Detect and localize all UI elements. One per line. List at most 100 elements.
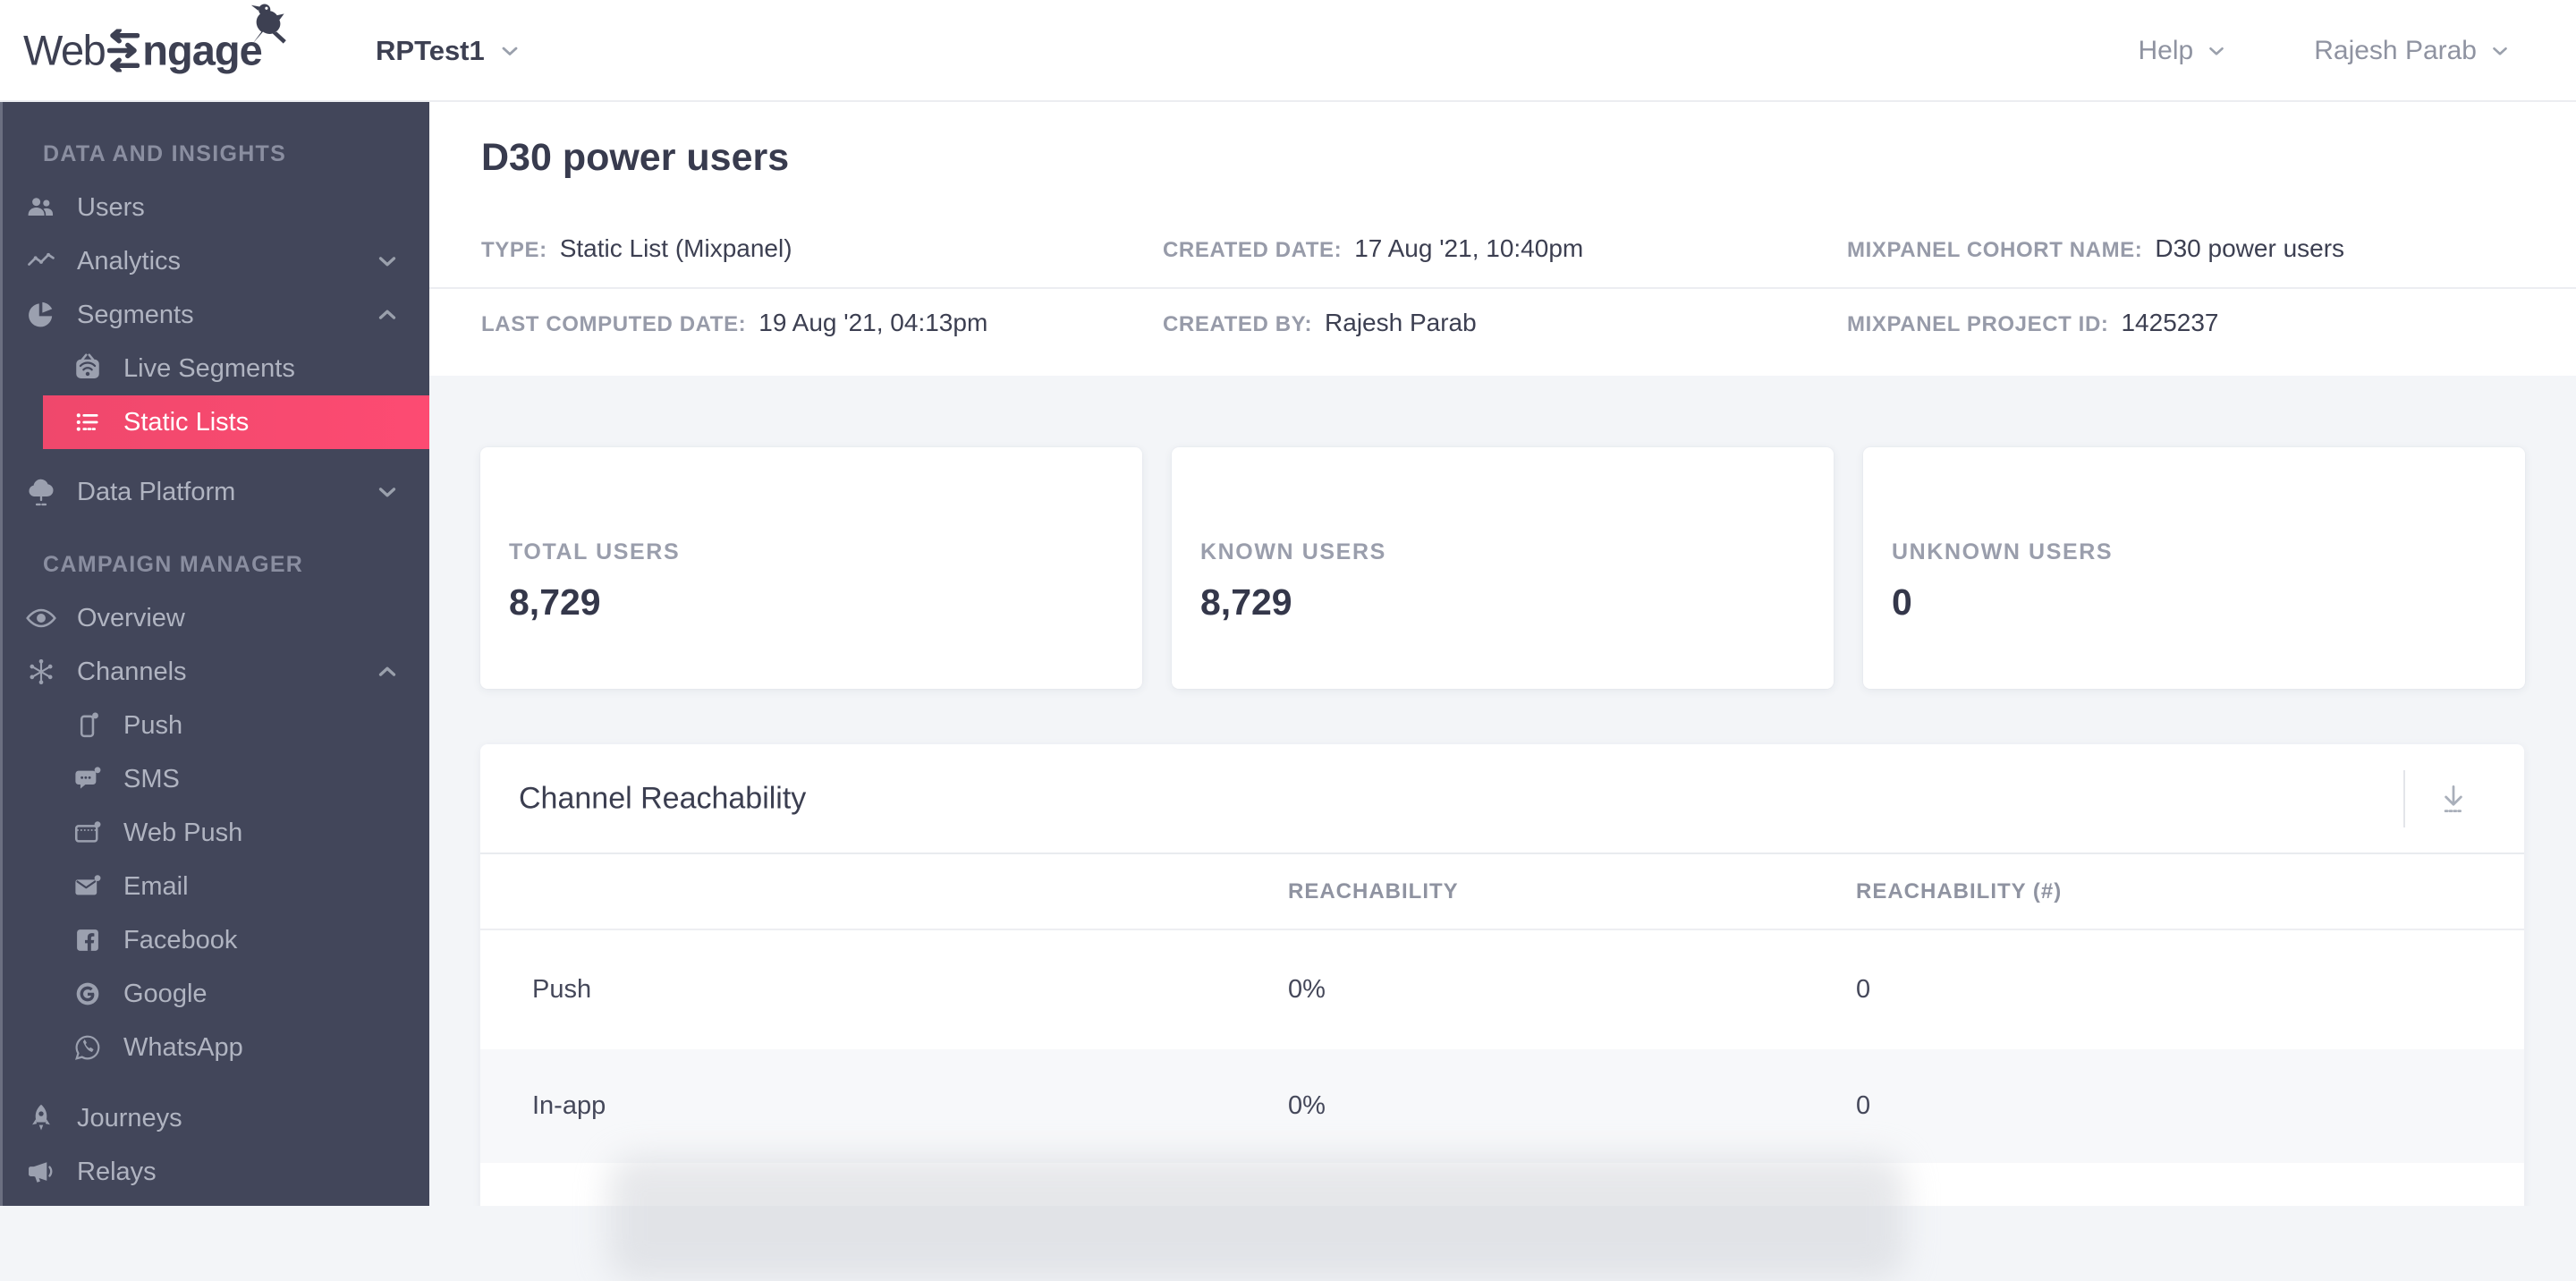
panel-header: Channel Reachability <box>480 744 2524 854</box>
reachability-count-cell: 0 <box>1856 1091 1871 1120</box>
rocket-icon <box>23 1100 59 1136</box>
sidebar-item-label: Google <box>123 979 208 1008</box>
meta-mixpanel-project-id: MIXPANEL PROJECT ID: 1425237 <box>1847 309 2219 336</box>
google-icon <box>70 976 106 1012</box>
logo-text-web: Web <box>23 26 106 74</box>
sidebar-item-email[interactable]: Email <box>0 860 429 913</box>
meta-created-date: CREATED DATE: 17 Aug '21, 10:40pm <box>1163 234 1584 262</box>
table-header-row: REACHABILITY REACHABILITY (#) <box>480 854 2524 930</box>
chevron-down-icon <box>2209 47 2224 55</box>
meta-type: TYPE: Static List (Mixpanel) <box>481 234 792 262</box>
page-header: D30 power users TYPE: Static List (Mixpa… <box>429 102 2576 376</box>
download-button[interactable] <box>2429 775 2478 823</box>
help-menu[interactable]: Help <box>2139 36 2229 66</box>
reachability-cell: 0% <box>1288 975 1326 1004</box>
web-push-icon <box>70 815 106 851</box>
sidebar-item-label: Users <box>77 192 145 222</box>
meta-last-computed-date: LAST COMPUTED DATE: 19 Aug '21, 04:13pm <box>481 309 988 336</box>
push-icon <box>70 708 106 743</box>
chevron-down-icon <box>502 47 518 55</box>
data-platform-icon <box>23 474 59 510</box>
sms-icon <box>70 761 106 797</box>
project-selector[interactable]: RPTest1 <box>376 0 522 102</box>
sidebar-item-web-push[interactable]: Web Push <box>0 806 429 860</box>
stat-label: UNKNOWN USERS <box>1892 539 2114 564</box>
reachability-cell: 0% <box>1288 1091 1326 1120</box>
stat-value: 0 <box>1892 581 1912 623</box>
sidebar-item-label: Web Push <box>123 818 243 847</box>
section-header-campaign-manager: CAMPAIGN MANAGER <box>43 552 304 577</box>
sidebar-item-label: Static Lists <box>123 407 250 437</box>
sidebar-item-data-platform[interactable]: Data Platform <box>0 465 429 519</box>
help-label: Help <box>2138 36 2194 65</box>
sidebar-item-label: Push <box>123 710 183 740</box>
email-icon <box>70 869 106 904</box>
users-icon <box>23 190 59 225</box>
sidebar-item-label: WhatsApp <box>123 1032 243 1062</box>
whatsapp-icon <box>70 1030 106 1065</box>
section-header-data-insights: DATA AND INSIGHTS <box>43 141 287 166</box>
table-row: Push 0% 0 <box>480 930 2524 1049</box>
sidebar-item-users[interactable]: Users <box>0 181 429 234</box>
sidebar-item-channels[interactable]: Channels <box>0 645 429 699</box>
sidebar: DATA AND INSIGHTS Users Analytics Segmen… <box>0 102 429 1206</box>
chevron-up-icon <box>374 301 401 328</box>
segments-icon <box>23 297 59 333</box>
chevron-down-icon <box>374 248 401 275</box>
channels-icon <box>23 654 59 690</box>
sidebar-item-label: Facebook <box>123 925 238 954</box>
bottom-blur-overlay <box>608 1156 1905 1281</box>
sidebar-item-journeys[interactable]: Journeys <box>0 1091 429 1145</box>
user-name: Rajesh Parab <box>2314 36 2477 65</box>
channel-cell: Push <box>532 975 592 1004</box>
sidebar-item-push[interactable]: Push <box>0 699 429 752</box>
meta-row-1: TYPE: Static List (Mixpanel) CREATED DAT… <box>429 234 2576 276</box>
table-row: In-app 0% 0 <box>480 1049 2524 1163</box>
channel-cell: In-app <box>532 1091 606 1120</box>
chevron-down-icon <box>374 479 401 505</box>
known-users-card: KNOWN USERS 8,729 <box>1172 447 1834 689</box>
eye-icon <box>23 600 59 636</box>
static-lists-icon <box>70 404 106 440</box>
meta-mixpanel-cohort-name: MIXPANEL COHORT NAME: D30 power users <box>1847 234 2345 262</box>
sidebar-item-google[interactable]: Google <box>0 967 429 1021</box>
megaphone-icon <box>23 1154 59 1190</box>
sidebar-item-label: Relays <box>77 1157 157 1186</box>
meta-row-2: LAST COMPUTED DATE: 19 Aug '21, 04:13pm … <box>429 309 2576 350</box>
logo-arrows-glyph <box>107 29 140 72</box>
bird-icon <box>250 4 286 44</box>
webengage-logo: Web ngage <box>23 4 286 75</box>
facebook-icon <box>70 922 106 958</box>
sidebar-item-label: Email <box>123 871 189 901</box>
topbar: Web ngage RPTest1 Help Rajesh Parab <box>0 0 2576 102</box>
panel-title: Channel Reachability <box>519 781 807 815</box>
meta-created-by: CREATED BY: Rajesh Parab <box>1163 309 1477 336</box>
sidebar-item-label: Analytics <box>77 246 182 276</box>
sidebar-item-segments[interactable]: Segments <box>0 288 429 342</box>
meta-divider <box>429 287 2576 289</box>
chevron-up-icon <box>374 658 401 685</box>
sidebar-item-label: Channels <box>77 657 187 686</box>
stat-value: 8,729 <box>509 581 601 623</box>
analytics-icon <box>23 243 59 279</box>
sidebar-item-static-lists[interactable]: Static Lists <box>43 395 429 449</box>
stat-label: TOTAL USERS <box>509 539 681 564</box>
sidebar-item-facebook[interactable]: Facebook <box>0 913 429 967</box>
reachability-column-header: REACHABILITY <box>1288 878 1459 903</box>
reachability-count-column-header: REACHABILITY (#) <box>1856 878 2063 903</box>
user-menu[interactable]: Rajesh Parab <box>2314 36 2512 66</box>
page-title: D30 power users <box>481 136 790 179</box>
sidebar-item-live-segments[interactable]: Live Segments <box>0 342 429 395</box>
sidebar-item-label: SMS <box>123 764 180 793</box>
sidebar-item-analytics[interactable]: Analytics <box>0 234 429 288</box>
unknown-users-card: UNKNOWN USERS 0 <box>1863 447 2525 689</box>
sidebar-item-label: Overview <box>77 603 185 632</box>
project-name: RPTest1 <box>376 35 485 66</box>
sidebar-item-sms[interactable]: SMS <box>0 752 429 806</box>
reachability-count-cell: 0 <box>1856 975 1871 1004</box>
sidebar-item-overview[interactable]: Overview <box>0 591 429 645</box>
stat-cards: TOTAL USERS 8,729 KNOWN USERS 8,729 UNKN… <box>480 447 2525 689</box>
sidebar-item-relays[interactable]: Relays <box>0 1145 429 1199</box>
sidebar-item-whatsapp[interactable]: WhatsApp <box>0 1021 429 1074</box>
sidebar-item-label: Segments <box>77 300 194 329</box>
